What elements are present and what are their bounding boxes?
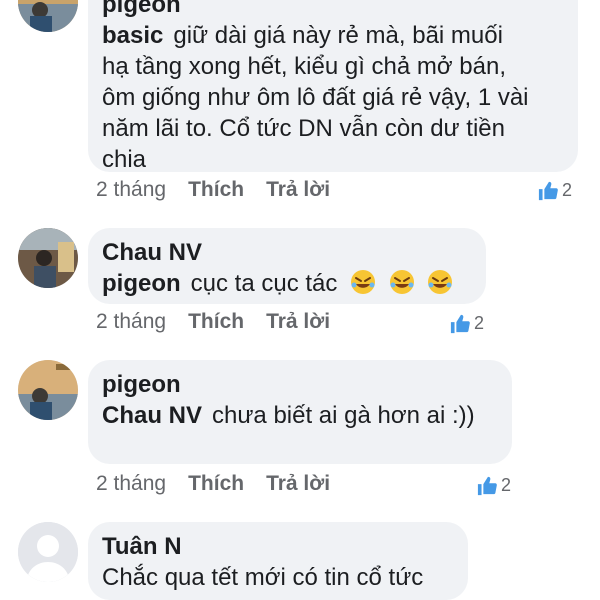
reaction-summary[interactable]: 2: [537, 180, 572, 201]
comment-text-line: hạ tầng xong hết, kiểu gì chả mở bán,: [102, 53, 507, 80]
comment-author[interactable]: Chau NV: [102, 238, 472, 268]
reply-link[interactable]: Trả lời: [266, 472, 330, 496]
reaction-count: 2: [501, 475, 512, 495]
comment-bubble: Chau NV pigeon cục ta cục tác: [88, 228, 486, 304]
comment-bubble: pigeon basic giữ dài giá này rẻ mà, bãi m…: [88, 0, 578, 173]
comment-actions: 2 tháng Thích Trả lời: [96, 310, 330, 334]
avatar-chau-nv[interactable]: [18, 228, 78, 288]
comment-actions: 2 tháng Thích Trả lời: [96, 472, 330, 496]
reaction-summary[interactable]: 2: [449, 313, 484, 334]
comment-author[interactable]: Tuân N: [102, 532, 454, 562]
reply-link[interactable]: Trả lời: [266, 178, 330, 202]
reply-link[interactable]: Trả lời: [266, 310, 330, 334]
reaction-count: 2: [562, 180, 573, 200]
comment-bubble: Tuân N Chắc qua tết mới có tin cổ tức: [88, 522, 468, 600]
like-link[interactable]: Thích: [188, 310, 244, 334]
mention-link[interactable]: pigeon: [102, 270, 181, 297]
comment-text: cục ta cục tác: [190, 270, 338, 297]
mention-link[interactable]: Chau NV: [102, 402, 202, 429]
comment-text-line: chia: [102, 146, 147, 173]
thumbs-up-icon: [476, 476, 498, 496]
comment-author[interactable]: pigeon: [102, 0, 562, 20]
comment-text-line: giữ dài giá này rẻ mà, bãi muối: [173, 22, 503, 49]
avatar-tuan-n[interactable]: [18, 522, 78, 582]
timestamp[interactable]: 2 tháng: [96, 178, 166, 202]
comment-text: chưa biết ai gà hơn ai :)): [212, 402, 475, 429]
reaction-count: 2: [474, 313, 485, 333]
rolling-on-floor-laughing-emoji: [351, 270, 376, 294]
timestamp[interactable]: 2 tháng: [96, 310, 166, 334]
mention-link[interactable]: basic: [102, 22, 163, 49]
comment-text-line: ôm giống như ôm lô đất giá rẻ vậy, 1 vài: [102, 84, 529, 111]
comment-author[interactable]: pigeon: [102, 370, 498, 400]
timestamp[interactable]: 2 tháng: [96, 472, 166, 496]
comment-text: Chắc qua tết mới có tin cổ tức: [102, 564, 424, 591]
thumbs-up-icon: [449, 314, 471, 334]
rolling-on-floor-laughing-emoji: [428, 270, 453, 294]
comment-text-line: năm lãi to. Cổ tức DN vẫn còn dư tiền: [102, 115, 505, 142]
avatar-pigeon[interactable]: [18, 360, 78, 420]
reaction-summary[interactable]: 2: [476, 475, 511, 496]
like-link[interactable]: Thích: [188, 178, 244, 202]
avatar-pigeon[interactable]: [18, 0, 78, 32]
rolling-on-floor-laughing-emoji: [389, 270, 414, 294]
comment-bubble: pigeon Chau NV chưa biết ai gà hơn ai :)): [88, 360, 512, 464]
comment-actions: 2 tháng Thích Trả lời: [96, 178, 330, 202]
thumbs-up-icon: [537, 181, 559, 201]
default-profile-icon: [18, 522, 78, 582]
like-link[interactable]: Thích: [188, 472, 244, 496]
